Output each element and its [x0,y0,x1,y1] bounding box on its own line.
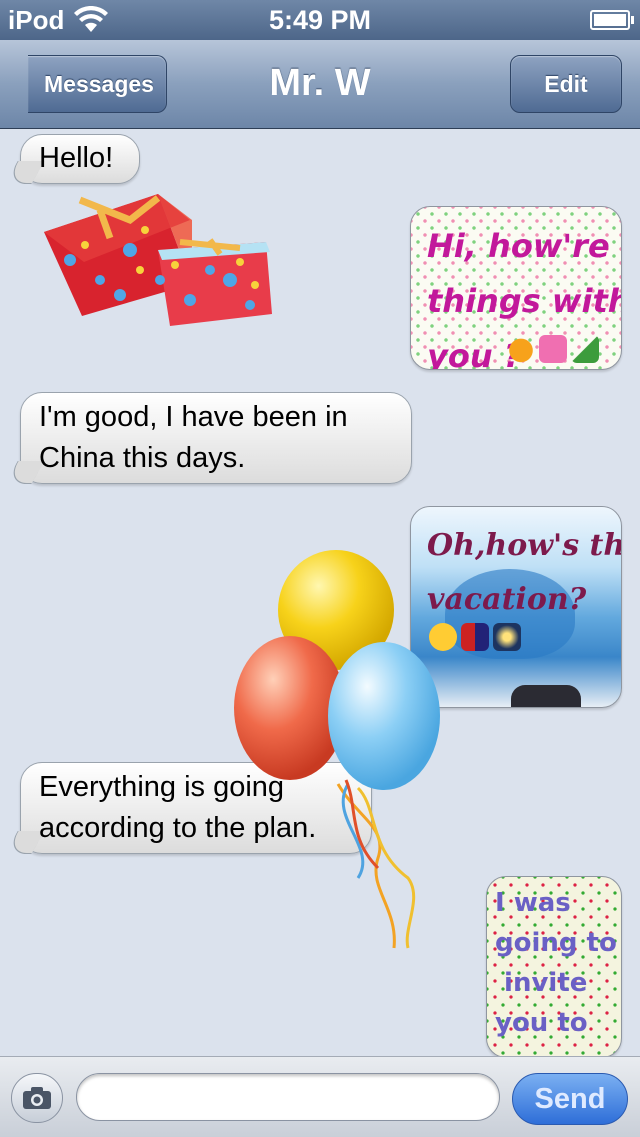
received-message[interactable]: Everything is going according to the pla… [20,762,372,854]
status-bar: iPod 5:49 PM [0,0,640,40]
message-input-bar: Send [0,1056,640,1137]
edit-button[interactable]: Edit [510,55,622,113]
battery-icon [590,10,634,30]
message-text: Hello! [39,142,114,174]
gift-boxes-sticker [44,194,272,326]
fireworks-emoji-icon [493,623,521,651]
dolls-emoji-icon [461,623,489,651]
pumpkin-emoji-icon [507,335,535,363]
emoji-row [507,335,599,363]
sent-image-message[interactable]: Hi, how're things with you ? [410,206,622,370]
card-caption: I was going to invite you to [495,888,617,1038]
sent-image-message[interactable]: I was going to invite you to [486,876,622,1058]
camera-icon [23,1087,51,1109]
received-message[interactable]: Hello! [20,134,140,184]
navigation-bar: Messages Mr. W Edit [0,40,640,129]
clock: 5:49 PM [268,5,372,35]
message-text-field[interactable] [76,1073,500,1121]
back-button-label: Messages [44,70,154,97]
camera-button[interactable] [11,1073,63,1123]
people-silhouette [511,685,581,707]
received-message[interactable]: I'm good, I have been in China this days… [20,392,412,484]
message-text: I'm good, I have been in China this days… [39,401,348,474]
message-text: Everything is going according to the pla… [39,771,317,844]
heart-letter-emoji-icon [539,335,567,363]
send-button[interactable]: Send [512,1073,628,1125]
balloons-sticker [234,550,440,949]
christmas-tree-emoji-icon [571,335,599,363]
